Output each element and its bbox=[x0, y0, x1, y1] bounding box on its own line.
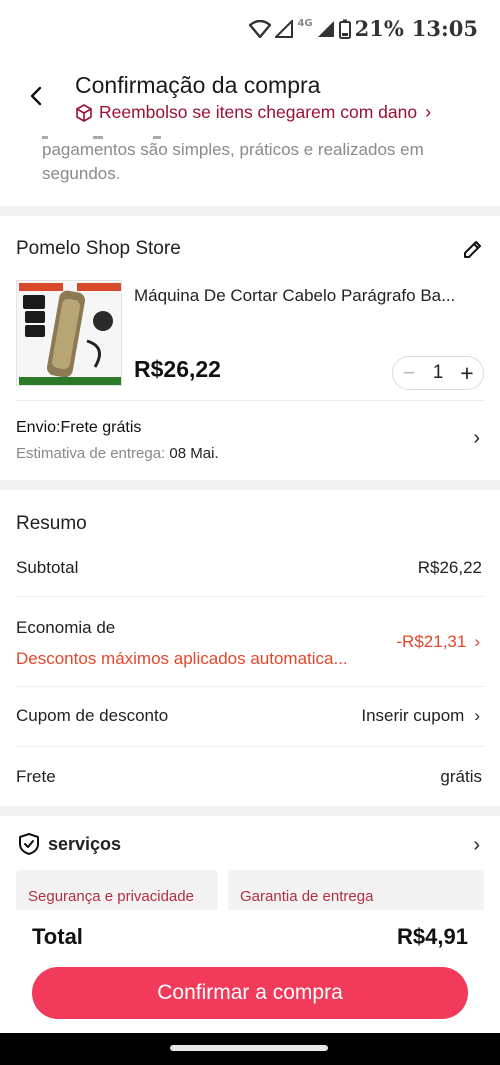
page-title: Confirmação da compra bbox=[75, 72, 321, 98]
confirm-purchase-button[interactable]: Confirmar a compra bbox=[32, 967, 468, 1019]
quantity-value: 1 bbox=[432, 362, 444, 383]
shipping-estimate-label: Estimativa de entrega: bbox=[16, 445, 166, 462]
coupon-input-link: Inserir cupom › bbox=[361, 706, 480, 726]
shipping-title: Envio:Frete grátis bbox=[16, 419, 142, 436]
quantity-stepper: − 1 + bbox=[392, 356, 484, 390]
service-card-security[interactable]: Segurança e privacidade bbox=[16, 870, 218, 910]
subtotal-value: R$26,22 bbox=[417, 558, 482, 577]
shipping-fee-label: Frete bbox=[16, 767, 56, 786]
savings-label: Economia de bbox=[16, 618, 116, 637]
decrease-quantity-button[interactable]: − bbox=[399, 360, 419, 386]
product-price: R$26,22 bbox=[134, 356, 221, 382]
product-name[interactable]: Máquina De Cortar Cabelo Parágrafo Ba... bbox=[134, 286, 486, 306]
store-name: Pomelo Shop Store bbox=[16, 238, 181, 259]
coupon-row[interactable]: Cupom de desconto Inserir cupom › bbox=[0, 687, 500, 745]
box-icon bbox=[76, 103, 92, 122]
discount-value: -R$21,31 › bbox=[396, 632, 480, 652]
order-summary: Resumo Subtotal R$26,22 Economia de Desc… bbox=[0, 490, 500, 806]
discount-amount: -R$21,31 bbox=[396, 632, 467, 651]
refund-notice-link[interactable]: Reembolso se itens chegarem com dano › bbox=[75, 102, 431, 123]
payment-info: pagamentos são simples, práticos e reali… bbox=[0, 136, 500, 206]
shipping-row[interactable]: Envio:Frete grátis Estimativa de entrega… bbox=[0, 401, 500, 480]
back-button[interactable] bbox=[22, 82, 50, 110]
pencil-icon[interactable] bbox=[462, 238, 484, 260]
shipping-fee-value: grátis bbox=[440, 767, 482, 786]
shield-check-icon bbox=[19, 833, 39, 855]
section-divider bbox=[0, 480, 500, 490]
service-card-delivery[interactable]: Garantia de entrega bbox=[228, 870, 484, 910]
signal-icon bbox=[317, 20, 334, 37]
system-navigation-bar bbox=[0, 1033, 500, 1065]
chevron-right-icon: › bbox=[474, 632, 480, 651]
increase-quantity-button[interactable]: + bbox=[457, 360, 477, 387]
wifi-icon bbox=[249, 19, 272, 38]
savings-row[interactable]: Economia de Descontos máximos aplicados … bbox=[0, 597, 500, 685]
shipping-estimate: Estimativa de entrega: 08 Mai. bbox=[16, 445, 219, 462]
services-header: serviços bbox=[18, 832, 121, 856]
section-divider bbox=[0, 206, 500, 216]
chevron-right-icon: › bbox=[473, 427, 480, 449]
total-value: R$4,91 bbox=[397, 924, 468, 949]
chevron-left-icon bbox=[30, 86, 42, 106]
page-header: Confirmação da compra Reembolso se itens… bbox=[0, 56, 500, 136]
coupon-value: Inserir cupom bbox=[361, 706, 465, 725]
store-section: Pomelo Shop Store Máquina De Cortar Cabe… bbox=[0, 216, 500, 480]
status-bar: 4G 21% 13:05 bbox=[0, 0, 500, 56]
coupon-label: Cupom de desconto bbox=[16, 706, 169, 725]
section-divider bbox=[0, 806, 500, 816]
auto-discount-text: Descontos máximos aplicados automatica..… bbox=[16, 649, 348, 668]
chevron-right-icon: › bbox=[473, 834, 480, 856]
summary-title: Resumo bbox=[16, 513, 87, 534]
home-gesture-handle[interactable] bbox=[170, 1045, 328, 1051]
services-title: serviços bbox=[48, 833, 122, 854]
product-image[interactable] bbox=[16, 280, 122, 386]
subtotal-label: Subtotal bbox=[16, 558, 79, 577]
payment-info-text: pagamentos são simples, práticos e reali… bbox=[42, 140, 424, 183]
chevron-right-icon: › bbox=[474, 706, 480, 725]
checkout-footer: Total R$4,91 Confirmar a compra bbox=[0, 910, 500, 1033]
signal-icon bbox=[275, 19, 294, 38]
network-type-label: 4G bbox=[297, 18, 313, 29]
shipping-estimate-date: 08 Mai. bbox=[169, 445, 219, 462]
battery-icon bbox=[338, 19, 351, 39]
clock: 13:05 bbox=[411, 16, 478, 41]
total-label: Total bbox=[32, 924, 83, 949]
battery-percent: 21% bbox=[354, 16, 404, 41]
product-thumbnail-art bbox=[17, 281, 121, 385]
services-section[interactable]: serviços › Segurança e privacidade Garan… bbox=[0, 816, 500, 910]
refund-notice-text: Reembolso se itens chegarem com dano bbox=[99, 102, 418, 122]
divider bbox=[16, 746, 484, 747]
status-indicators: 4G 21% 13:05 bbox=[249, 16, 478, 41]
chevron-right-icon: › bbox=[425, 102, 432, 122]
